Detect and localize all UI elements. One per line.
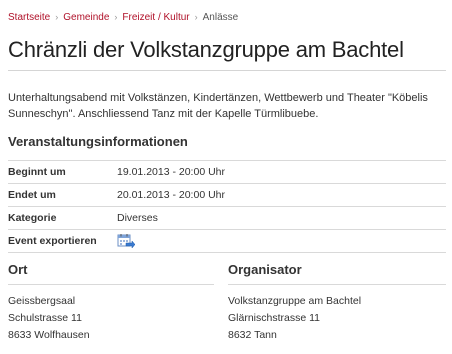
- location-divider: [8, 284, 214, 285]
- page-title: Chränzli der Volkstanzgruppe am Bachtel: [8, 37, 404, 62]
- info-label: Event exportieren: [8, 235, 97, 247]
- info-label: Endet um: [8, 189, 56, 201]
- breadcrumb-link-freizeit-kultur[interactable]: Freizeit / Kultur: [122, 12, 189, 23]
- info-label: Kategorie: [8, 212, 57, 224]
- location-street: Schulstrasse 11: [8, 312, 82, 324]
- breadcrumb-separator: ›: [55, 12, 59, 22]
- info-value: 19.01.2013 - 20:00 Uhr: [117, 166, 225, 178]
- info-value: Diverses: [117, 212, 158, 224]
- breadcrumb-link-gemeinde[interactable]: Gemeinde: [63, 12, 109, 23]
- organizer-name: Volkstanzgruppe am Bachtel: [228, 295, 362, 307]
- breadcrumb-separator: ›: [114, 12, 118, 22]
- organizer-city: 8632 Tann: [228, 329, 277, 341]
- info-table: Beginnt um 19.01.2013 - 20:00 Uhr Endet …: [8, 160, 446, 253]
- info-row-end: Endet um 20.01.2013 - 20:00 Uhr: [8, 184, 446, 207]
- location-address: Geissbergsaal Schulstrasse 11 8633 Wolfh…: [8, 293, 90, 344]
- organizer-heading: Organisator: [228, 262, 302, 277]
- breadcrumb-current: Anlässe: [202, 12, 239, 23]
- breadcrumb: Startseite › Gemeinde › Freizeit / Kultur › An…: [8, 11, 238, 24]
- info-heading: Veranstaltungsinformationen: [8, 134, 188, 149]
- calendar-export-icon-graphic: [117, 234, 136, 249]
- breadcrumb-separator: ›: [194, 12, 198, 22]
- info-row-export: Event exportieren: [8, 230, 446, 253]
- calendar-export-icon[interactable]: [117, 233, 136, 249]
- location-name: Geissbergsaal: [8, 295, 76, 307]
- organizer-divider: [228, 284, 446, 285]
- title-divider: [8, 70, 446, 71]
- info-row-start: Beginnt um 19.01.2013 - 20:00 Uhr: [8, 161, 446, 184]
- info-label: Beginnt um: [8, 166, 66, 178]
- organizer-address: Volkstanzgruppe am Bachtel Glärnischstra…: [228, 293, 361, 344]
- organizer-street: Glärnischstrasse 11: [228, 312, 321, 324]
- event-description: Unterhaltungsabend mit Volkstänzen, Kind…: [8, 92, 428, 120]
- info-value: 20.01.2013 - 20:00 Uhr: [117, 189, 225, 201]
- breadcrumb-link-startseite[interactable]: Startseite: [8, 12, 50, 23]
- info-row-category: Kategorie Diverses: [8, 207, 446, 230]
- location-city: 8633 Wolfhausen: [8, 329, 90, 341]
- location-heading: Ort: [8, 262, 28, 277]
